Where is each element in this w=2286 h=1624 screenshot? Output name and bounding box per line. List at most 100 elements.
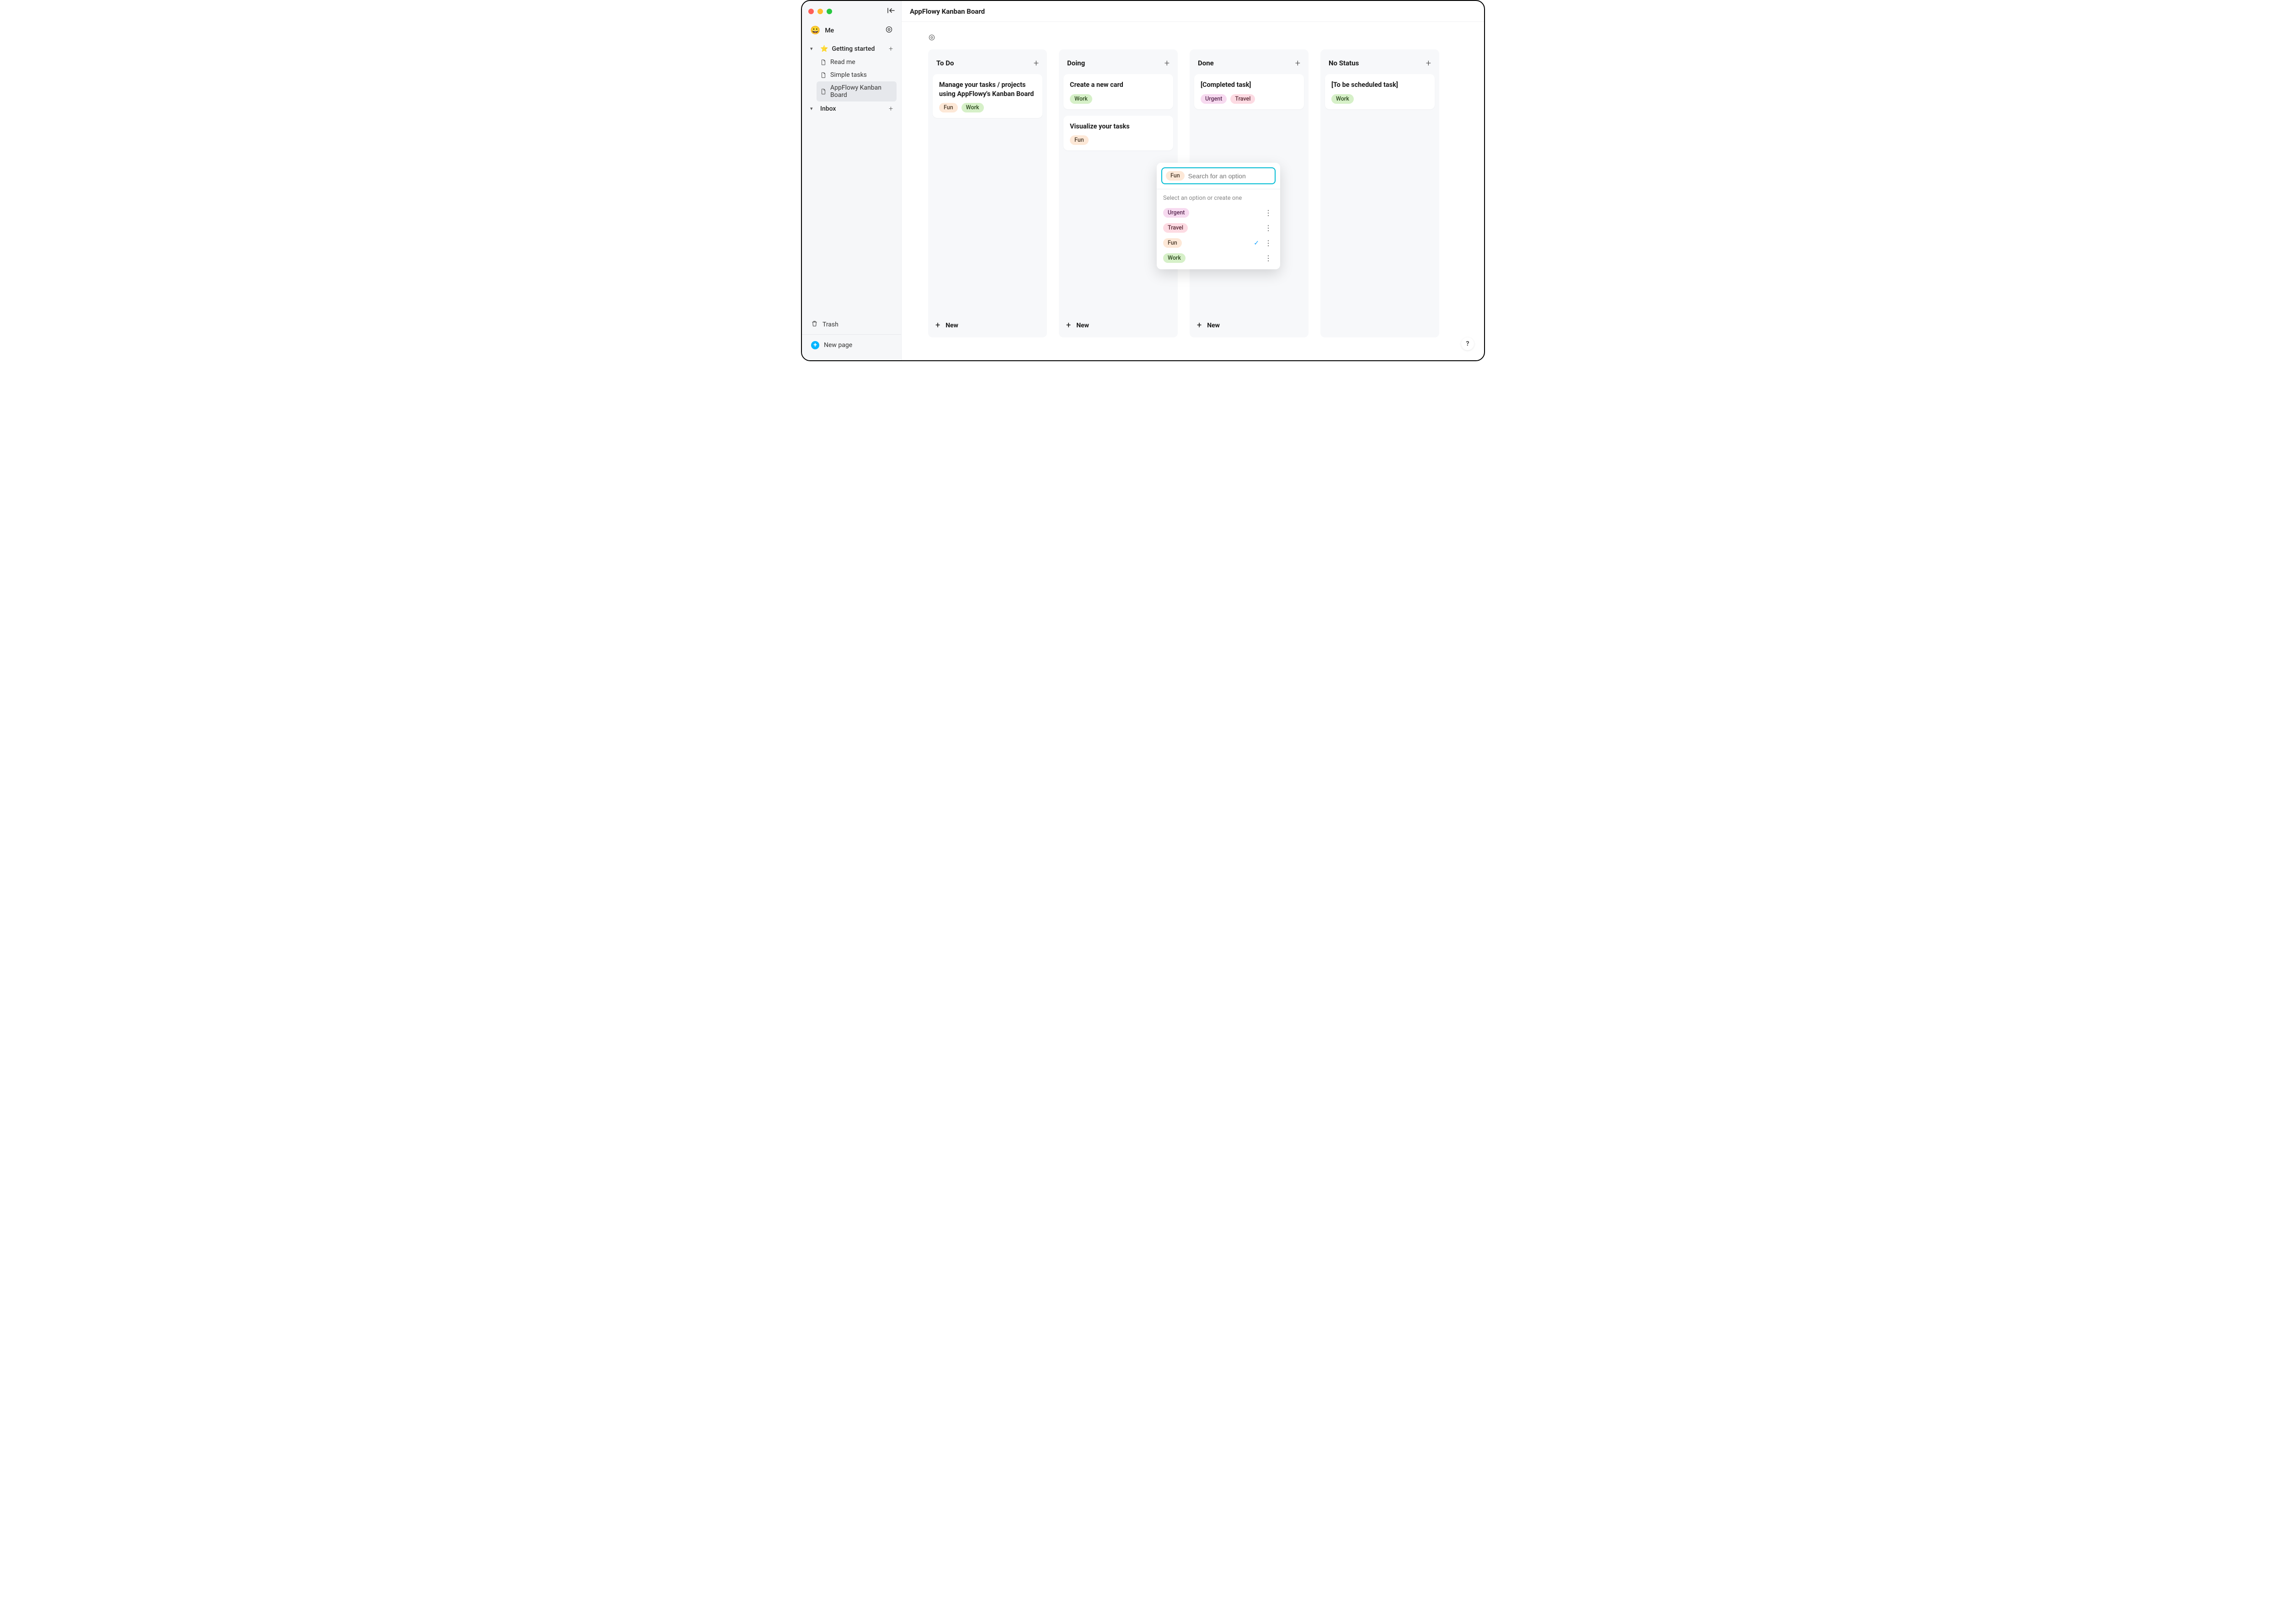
sidebar-page-item[interactable]: Read me (817, 56, 897, 69)
section-icon: ⭐ (820, 45, 828, 53)
tag-option-chip: Travel (1163, 223, 1188, 233)
card-tag[interactable]: Work (961, 103, 984, 112)
sidebar-section-header[interactable]: ▾⭐Getting started+ (807, 42, 897, 56)
sidebar-divider (802, 334, 901, 335)
window-titlebar (802, 1, 901, 22)
column-title: Doing (1067, 59, 1085, 67)
card-title: Manage your tasks / projects using AppFl… (939, 80, 1036, 98)
minimize-window-button[interactable] (817, 9, 823, 14)
card-tag[interactable]: Work (1070, 94, 1092, 104)
tag-option-chip: Fun (1163, 238, 1182, 248)
card-title: [Completed task] (1201, 80, 1298, 90)
tag-option-list: Urgent⋮Travel⋮Fun✓⋮Work⋮ (1161, 206, 1276, 265)
sidebar-page-item[interactable]: AppFlowy Kanban Board (817, 81, 897, 102)
maximize-window-button[interactable] (827, 9, 832, 14)
plus-icon: + (1197, 321, 1202, 330)
card-tags: UrgentTravel (1201, 94, 1298, 104)
close-window-button[interactable] (808, 9, 814, 14)
tag-option-row[interactable]: Urgent ⋮ (1161, 206, 1276, 219)
page-label: AppFlowy Kanban Board (830, 84, 893, 99)
add-card-icon[interactable]: + (1295, 58, 1300, 69)
column-header: Done + (1194, 54, 1304, 74)
sidebar-nav: ▾⭐Getting started+ Read me Simple tasks App… (802, 39, 901, 118)
new-card-button[interactable]: +New (933, 316, 1042, 333)
kanban-card[interactable]: Create a new cardWork (1063, 74, 1173, 109)
more-icon[interactable]: ⋮ (1263, 224, 1274, 232)
add-card-icon[interactable]: + (1426, 58, 1431, 69)
card-tags: Work (1331, 94, 1428, 104)
card-tag[interactable]: Work (1331, 94, 1354, 104)
user-name: Me (825, 27, 834, 34)
new-card-button[interactable]: + New (1063, 316, 1173, 333)
card-title: Visualize your tasks (1070, 122, 1167, 131)
card-list: [To be scheduled task] Work (1325, 74, 1435, 333)
page-header: AppFlowy Kanban Board (902, 1, 1484, 22)
new-page-button[interactable]: + New page (808, 337, 895, 353)
kanban-card[interactable]: Manage your tasks / projects using AppFl… (933, 74, 1042, 118)
sidebar: 😀 Me ▾⭐Getting started+ Read me Simple tas… (802, 1, 902, 360)
popover-hint: Select an option or create one (1161, 194, 1276, 206)
board-wrap: To Do+Manage your tasks / projects using… (902, 22, 1484, 360)
document-icon (820, 72, 827, 78)
kanban-card[interactable]: [Completed task] UrgentTravel (1194, 74, 1304, 109)
help-button[interactable]: ? (1461, 337, 1474, 350)
sidebar-section-header[interactable]: ▾Inbox+ (807, 102, 897, 116)
page-label: Simple tasks (830, 71, 867, 79)
card-tag[interactable]: Fun (939, 103, 958, 112)
card-title: [To be scheduled task] (1331, 80, 1428, 90)
more-icon[interactable]: ⋮ (1263, 255, 1274, 262)
app-window: 😀 Me ▾⭐Getting started+ Read me Simple tas… (801, 0, 1485, 361)
settings-icon[interactable] (885, 26, 893, 35)
card-tags: Work (1070, 94, 1167, 104)
selected-tag-chip[interactable]: Fun (1166, 171, 1185, 181)
document-icon (820, 59, 827, 65)
card-tag[interactable]: Fun (1070, 135, 1089, 145)
card-tag[interactable]: Travel (1230, 94, 1255, 104)
trash-label: Trash (823, 321, 839, 328)
board-settings-icon[interactable] (928, 34, 1458, 43)
add-page-icon[interactable]: + (889, 104, 893, 113)
page-label: Read me (830, 59, 855, 66)
more-icon[interactable]: ⋮ (1263, 209, 1274, 217)
tag-option-chip: Work (1163, 253, 1186, 263)
column-title: Done (1198, 59, 1214, 67)
kanban-card[interactable]: Visualize your tasks Fun (1063, 116, 1173, 151)
collapse-sidebar-icon[interactable] (887, 8, 895, 15)
tag-option-row[interactable]: Travel ⋮ (1161, 221, 1276, 235)
document-icon (820, 88, 827, 95)
more-icon[interactable]: ⋮ (1263, 240, 1274, 247)
add-page-icon[interactable]: + (889, 44, 893, 53)
tag-option-row[interactable]: Fun✓⋮ (1161, 236, 1276, 250)
plus-icon: + (1066, 321, 1071, 330)
new-card-label: New (1207, 322, 1220, 329)
tag-search-box[interactable]: Fun (1161, 167, 1276, 184)
workspace-user-row[interactable]: 😀 Me (802, 22, 901, 39)
add-card-icon[interactable]: + (1034, 58, 1039, 69)
tag-picker-popover: Fun Select an option or create one Urgen… (1157, 163, 1280, 269)
plus-circle-icon: + (811, 341, 819, 349)
column-title: No Status (1329, 59, 1359, 67)
kanban-column: No Status + [To be scheduled task] Work (1320, 49, 1439, 337)
section-label: Inbox (820, 105, 836, 112)
sidebar-page-item[interactable]: Simple tasks (817, 69, 897, 81)
user-avatar-emoji: 😀 (810, 26, 820, 35)
window-controls (808, 9, 832, 14)
new-page-label: New page (824, 342, 852, 349)
chevron-down-icon: ▾ (810, 46, 817, 52)
new-card-label: New (945, 322, 958, 329)
column-header: No Status + (1325, 54, 1435, 74)
tag-option-row[interactable]: Work ⋮ (1161, 251, 1276, 265)
new-card-button[interactable]: + New (1194, 316, 1304, 333)
kanban-card[interactable]: [To be scheduled task] Work (1325, 74, 1435, 109)
tag-option-chip: Urgent (1163, 208, 1189, 218)
add-card-icon[interactable]: + (1164, 58, 1170, 69)
column-header: Doing + (1063, 54, 1173, 74)
trash-icon (811, 320, 818, 329)
tag-search-input[interactable] (1188, 172, 1271, 180)
main-area: AppFlowy Kanban Board To Do+Manage your … (902, 1, 1484, 360)
card-tags: Fun (1070, 135, 1167, 145)
trash-button[interactable]: Trash (808, 316, 895, 332)
kanban-column: To Do+Manage your tasks / projects using… (928, 49, 1047, 337)
card-tag[interactable]: Urgent (1201, 94, 1227, 104)
new-card-label: New (1076, 322, 1089, 329)
